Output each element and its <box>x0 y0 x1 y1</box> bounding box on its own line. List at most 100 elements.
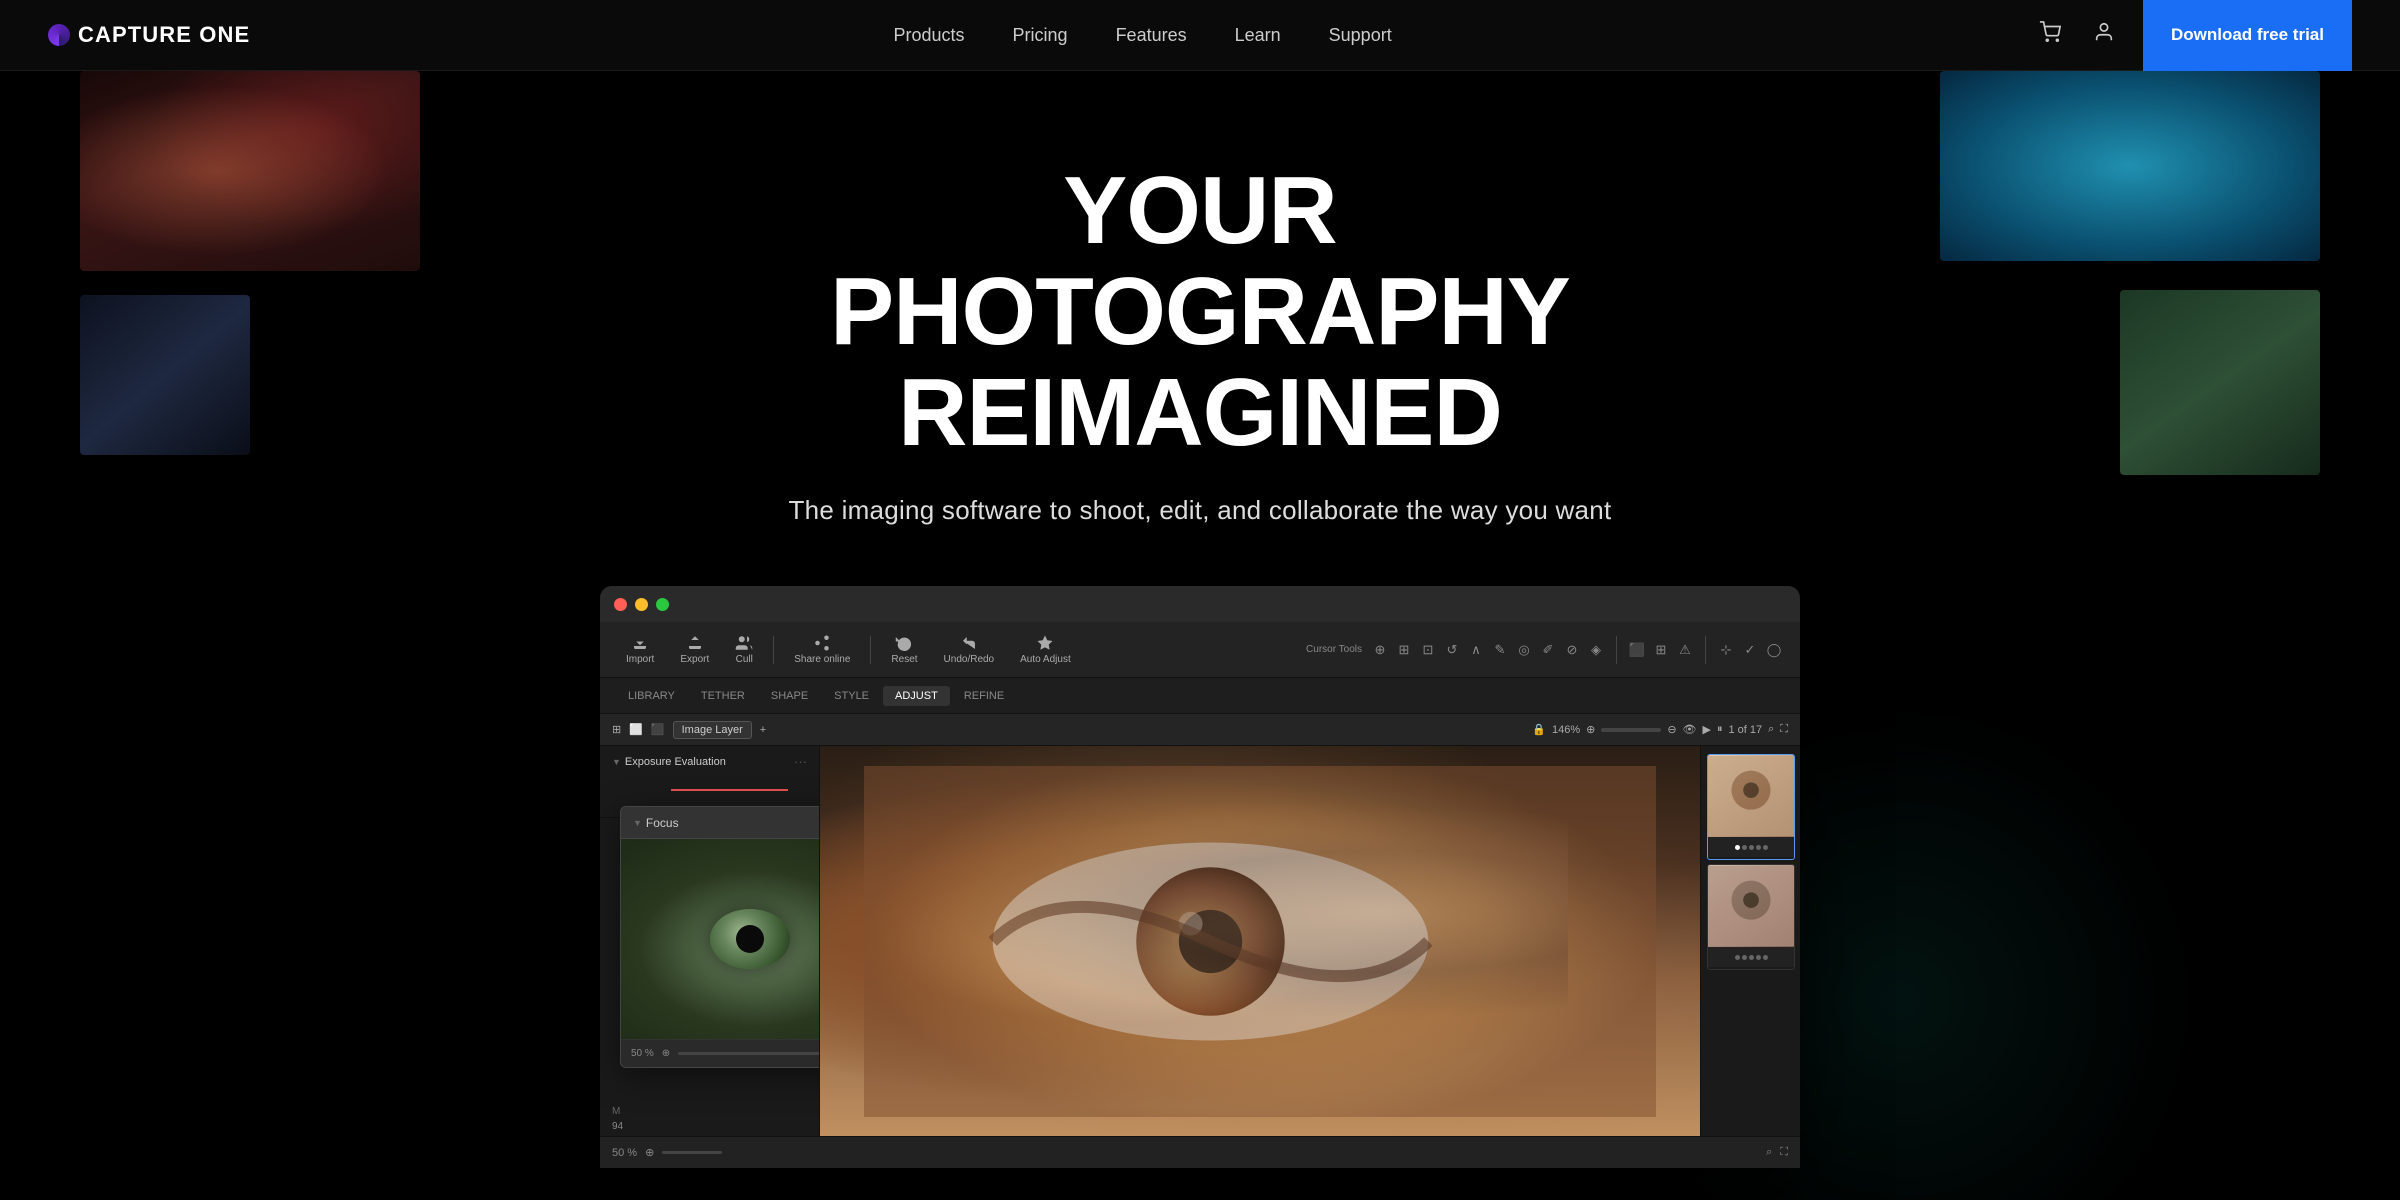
eye-icon[interactable]: 👁 <box>1683 723 1697 736</box>
bottom-slider[interactable] <box>662 1151 722 1154</box>
nav-learn[interactable]: Learn <box>1235 25 1281 46</box>
tool-icon-6[interactable]: ✎ <box>1490 640 1510 660</box>
bottom-bar: 50 % ⊕ ⌕ ⛶ <box>600 1136 1800 1168</box>
focus-eye-background <box>621 839 820 1039</box>
copy-icon[interactable]: ⊹ <box>1716 640 1736 660</box>
download-trial-button[interactable]: Download free trial <box>2143 0 2352 71</box>
toolbar-separator-2 <box>870 636 871 664</box>
toolbar-separator-4 <box>1705 636 1706 664</box>
tab-style[interactable]: STYLE <box>822 686 881 706</box>
tab-tether[interactable]: TETHER <box>689 686 757 706</box>
view-grid-icon[interactable]: ⊞ <box>612 723 621 736</box>
focus-image-view <box>621 839 820 1039</box>
tool-icon-3[interactable]: ⊡ <box>1418 640 1438 660</box>
navbar: CAPTURE ONE Products Pricing Features Le… <box>0 0 2400 71</box>
zoom-lock-icon[interactable]: 🔒 <box>1532 723 1546 736</box>
page-info: 1 of 17 <box>1728 724 1762 736</box>
toolbar-autoadjust-button[interactable]: Auto Adjust <box>1010 630 1081 669</box>
filmstrip-thumb-2[interactable] <box>1707 864 1795 970</box>
focus-zoom-icon[interactable]: ⊕ <box>662 1048 670 1059</box>
nav-pricing[interactable]: Pricing <box>1013 25 1068 46</box>
focus-zoom-level: 50 % <box>631 1048 654 1059</box>
fullscreen-icon[interactable]: ⛶ <box>1780 723 1788 736</box>
tab-shape[interactable]: SHAPE <box>759 686 820 706</box>
toolbar-import-button[interactable]: Import <box>616 630 664 669</box>
hero-title: YOUR PHOTOGRAPHY REIMAGINED <box>750 161 1650 463</box>
hero-subtitle: The imaging software to shoot, edit, and… <box>0 495 2400 526</box>
focus-panel: ▼ Focus ··· 50 % ⊕ <box>620 806 820 1068</box>
app-window: Import Export Cull Share online Reset <box>600 586 1800 1168</box>
zoom-slider[interactable] <box>1601 728 1661 732</box>
tool-icon-4[interactable]: ↺ <box>1442 640 1462 660</box>
nav-support[interactable]: Support <box>1329 25 1392 46</box>
pause-icon[interactable]: ⏸ <box>1717 723 1723 736</box>
toolbar-cull-button[interactable]: Cull <box>725 630 763 669</box>
warning-icon[interactable]: ⚠ <box>1675 640 1695 660</box>
toolbar-separator-3 <box>1616 636 1617 664</box>
filmstrip-dot <box>1763 955 1768 960</box>
view-dual-icon[interactable]: ⬛ <box>651 723 665 736</box>
add-layer-icon[interactable]: + <box>760 724 766 736</box>
zoom-fit-icon[interactable]: ⊕ <box>1586 723 1595 736</box>
main-viewer <box>820 746 1700 1136</box>
play-icon[interactable]: ▶ <box>1703 723 1711 736</box>
toolbar-separator <box>773 636 774 664</box>
bottom-zoom-icon[interactable]: ⊕ <box>645 1146 654 1159</box>
nav-links: Products Pricing Features Learn Support <box>893 25 1391 46</box>
focus-label: Focus <box>646 816 679 830</box>
filmstrip-dot <box>1749 845 1754 850</box>
left-panel: ▼ Exposure Evaluation ··· ▼ Focus <box>600 746 820 1136</box>
bottom-zoom: 50 % <box>612 1147 637 1159</box>
cursor-tools: Cursor Tools ⊕ ⊞ ⊡ ↺ ∧ ✎ ◎ ✐ ⊘ ◈ <box>1306 640 1606 660</box>
main-content: ▼ Exposure Evaluation ··· ▼ Focus <box>600 746 1800 1136</box>
grid-icon[interactable]: ⊞ <box>1651 640 1671 660</box>
tool-icon-10[interactable]: ◈ <box>1586 640 1606 660</box>
tool-icon-1[interactable]: ⊕ <box>1370 640 1390 660</box>
filmstrip-thumb-1[interactable] <box>1707 754 1795 860</box>
nav-products[interactable]: Products <box>893 25 964 46</box>
toolbar-export-button[interactable]: Export <box>670 630 719 669</box>
user-account-icon[interactable]: ◯ <box>1764 640 1784 660</box>
tab-adjust[interactable]: ADJUST <box>883 686 950 706</box>
tool-icon-5[interactable]: ∧ <box>1466 640 1486 660</box>
tab-library[interactable]: LIBRARY <box>616 686 687 706</box>
window-fullscreen-button[interactable] <box>656 598 669 611</box>
tool-icon-9[interactable]: ⊘ <box>1562 640 1582 660</box>
logo-icon <box>48 24 70 46</box>
zoom-out-icon[interactable]: ⊖ <box>1667 723 1676 736</box>
search-icon[interactable]: ⌕ <box>1768 723 1774 736</box>
toolbar-reset-button[interactable]: Reset <box>881 630 927 669</box>
exposure-header[interactable]: ▼ Exposure Evaluation ··· <box>600 746 819 777</box>
view-single-icon[interactable]: ⬜ <box>629 723 643 736</box>
tab-refine[interactable]: REFINE <box>952 686 1016 706</box>
bottom-fullscreen-icon[interactable]: ⛶ <box>1780 1146 1788 1159</box>
before-icon[interactable]: ⬛ <box>1627 640 1647 660</box>
navbar-actions: Download free trial <box>2035 0 2352 71</box>
window-minimize-button[interactable] <box>635 598 648 611</box>
apply-icon[interactable]: ✓ <box>1740 640 1760 660</box>
exposure-menu-icon[interactable]: ··· <box>794 754 807 769</box>
window-close-button[interactable] <box>614 598 627 611</box>
tool-icon-8[interactable]: ✐ <box>1538 640 1558 660</box>
nav-features[interactable]: Features <box>1116 25 1187 46</box>
focus-footer: 50 % ⊕ ⌕ ⛶ <box>621 1039 820 1067</box>
cart-icon[interactable] <box>2035 17 2065 53</box>
filmstrip-dot <box>1756 955 1761 960</box>
toolbar-share-button[interactable]: Share online <box>784 630 860 669</box>
view-controls: ⬛ ⊞ ⚠ <box>1627 640 1695 660</box>
user-icon[interactable] <box>2089 17 2119 53</box>
copy-apply-controls: ⊹ ✓ ◯ <box>1716 640 1784 660</box>
toolbar-undo-button[interactable]: Undo/Redo <box>934 630 1005 669</box>
logo[interactable]: CAPTURE ONE <box>48 22 250 48</box>
bottom-search-icon[interactable]: ⌕ <box>1766 1146 1772 1159</box>
filmstrip-dot <box>1735 955 1740 960</box>
panel-lower: M 94 <box>600 1098 819 1136</box>
focus-eye-pupil <box>736 925 764 953</box>
tool-icon-7[interactable]: ◎ <box>1514 640 1534 660</box>
layer-label[interactable]: Image Layer <box>673 721 752 739</box>
panel-tabs: LIBRARY TETHER SHAPE STYLE ADJUST REFINE <box>600 678 1800 714</box>
tool-icon-2[interactable]: ⊞ <box>1394 640 1414 660</box>
filmstrip-dot <box>1742 845 1747 850</box>
main-toolbar: Import Export Cull Share online Reset <box>600 622 1800 678</box>
filmstrip-dot <box>1763 845 1768 850</box>
